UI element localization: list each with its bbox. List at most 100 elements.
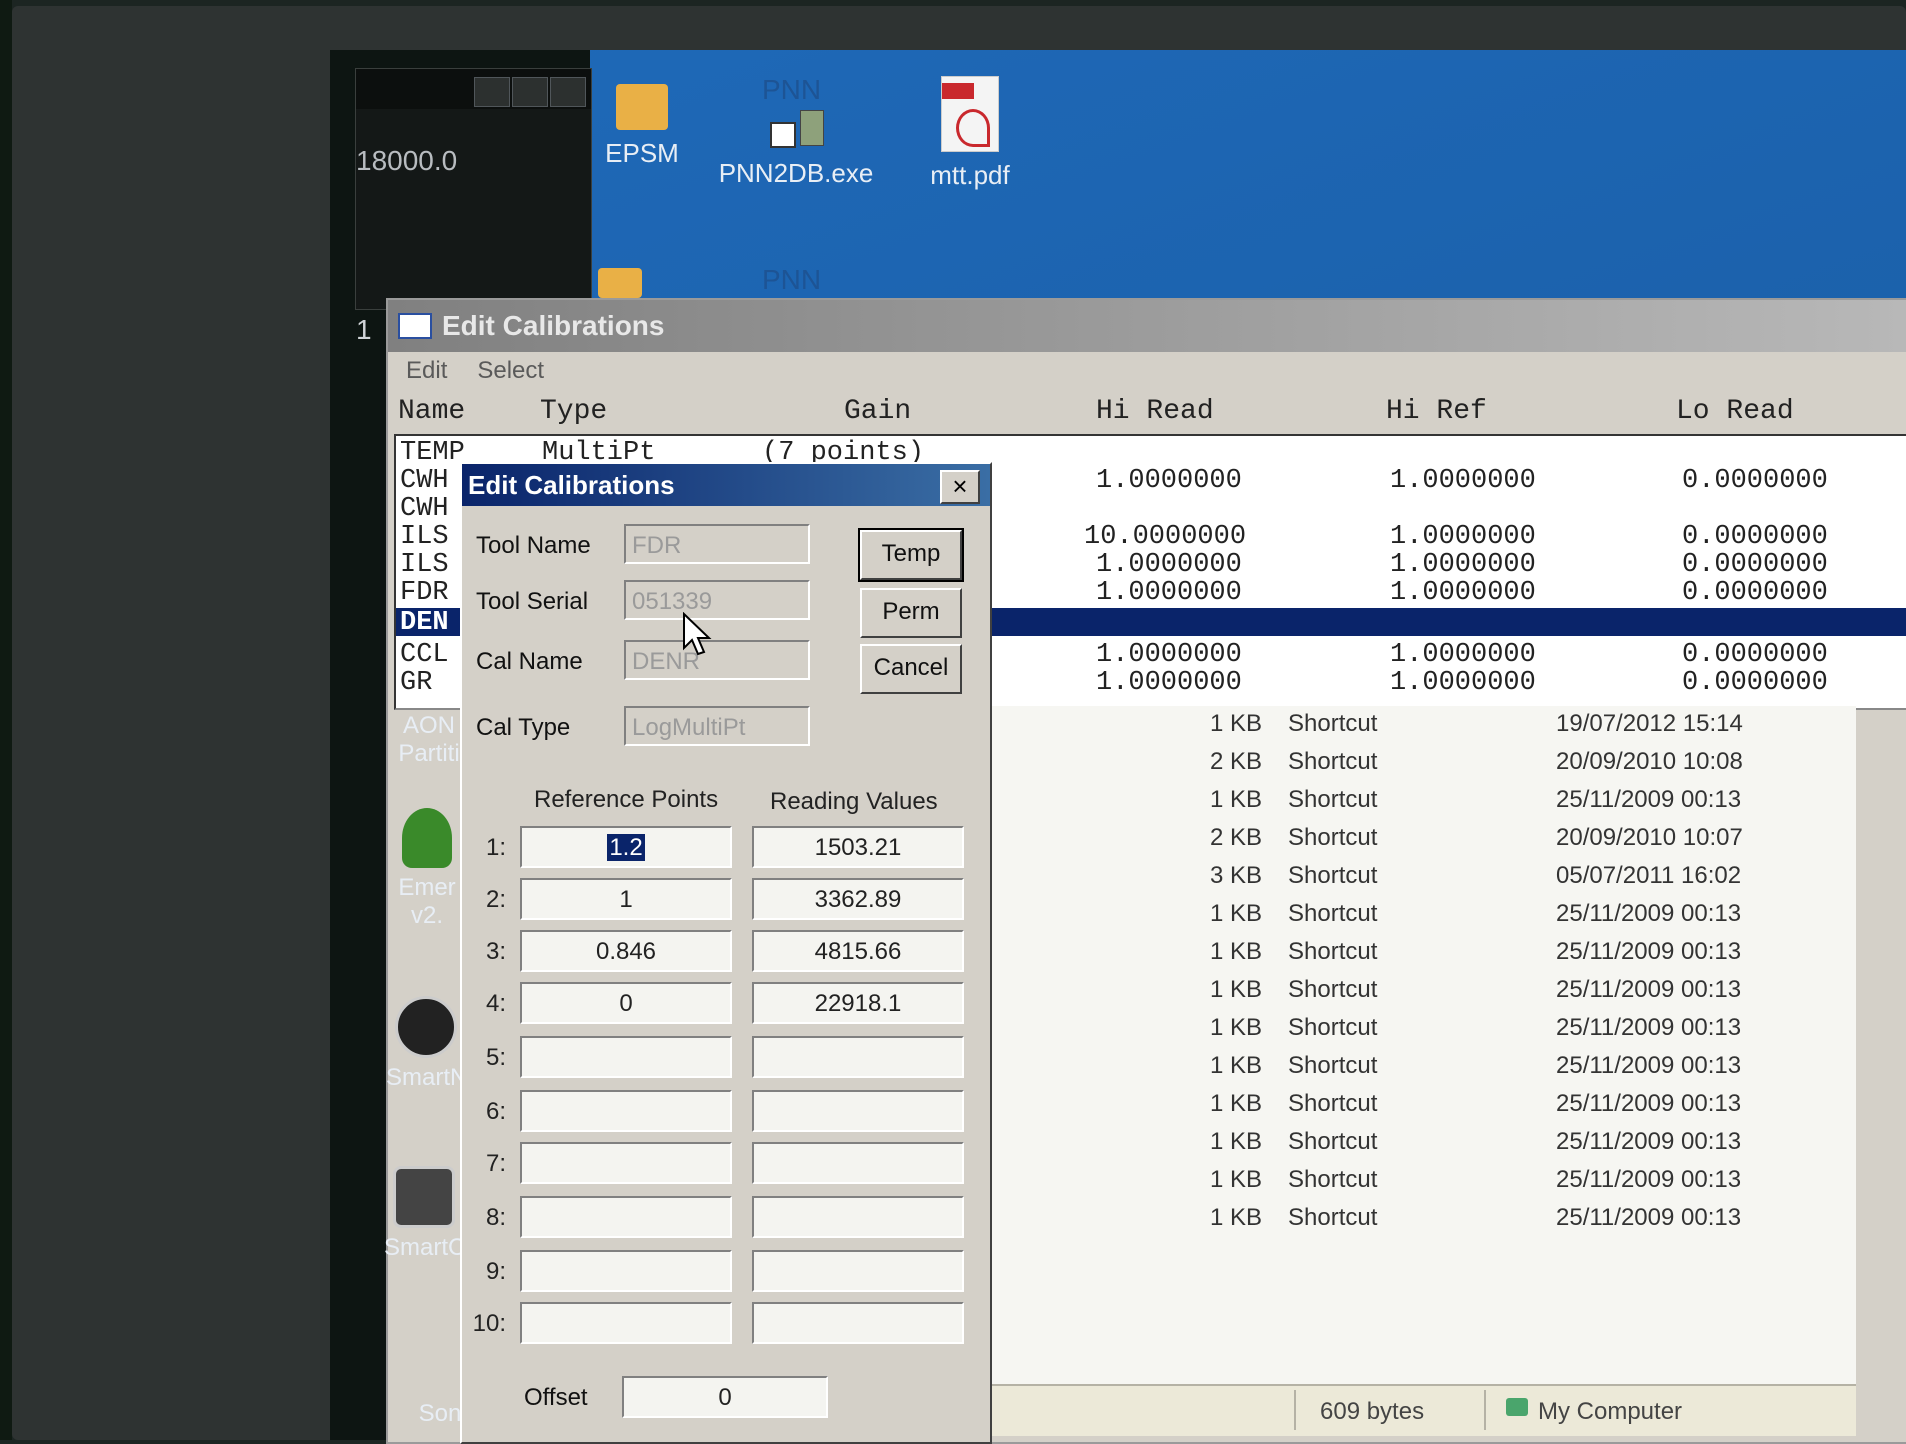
- list-item[interactable]: 1 KB Shortcut 25/11/2009 00:13: [976, 1048, 1856, 1086]
- reference-point-1[interactable]: 1.2: [520, 826, 732, 868]
- app-icon: [402, 808, 452, 868]
- desktop-icon-epsm[interactable]: EPSM: [592, 84, 692, 169]
- menu-bar: Edit Select: [388, 352, 1906, 390]
- photo-background: [0, 0, 12, 1440]
- desktop-icon-pnn2db[interactable]: PNN2DB.exe: [716, 110, 876, 189]
- reading-value-5[interactable]: [752, 1036, 964, 1078]
- reference-point-4[interactable]: 0: [520, 982, 732, 1024]
- offset-field[interactable]: 0: [622, 1376, 828, 1418]
- maximize-button[interactable]: [512, 77, 548, 107]
- list-item[interactable]: 1 KB Shortcut 25/11/2009 00:13: [976, 1200, 1856, 1238]
- reading-value-4[interactable]: 22918.1: [752, 982, 964, 1024]
- menu-select[interactable]: Select: [477, 357, 544, 385]
- close-button[interactable]: [550, 77, 586, 107]
- reading-value-6[interactable]: [752, 1090, 964, 1132]
- point-number: 6:: [485, 1098, 506, 1125]
- point-number: 4:: [485, 990, 506, 1017]
- selected-text: 1.2: [607, 834, 645, 861]
- col-type[interactable]: Type: [540, 396, 607, 427]
- point-number: 8:: [485, 1204, 506, 1231]
- cal-name-label: Cal Name: [476, 648, 583, 675]
- reading-value-7[interactable]: [752, 1142, 964, 1184]
- list-item[interactable]: 1 KB Shortcut 19/07/2012 15:14: [976, 706, 1856, 744]
- close-button[interactable]: ×: [940, 470, 980, 504]
- tool-name-field[interactable]: FDR: [624, 524, 810, 564]
- tool-serial-label: Tool Serial: [476, 588, 589, 615]
- cal-type-field[interactable]: LogMultiPt: [624, 706, 810, 746]
- close-icon: ×: [952, 471, 968, 501]
- list-item[interactable]: 1 KB Shortcut 25/11/2009 00:13: [976, 896, 1856, 934]
- list-item[interactable]: 1 KB Shortcut 25/11/2009 00:13: [976, 1124, 1856, 1162]
- point-number: 5:: [485, 1044, 506, 1071]
- exe-shortcut-icon: [766, 110, 826, 150]
- desktop-icon-top-label: PNN: [762, 264, 822, 295]
- window-title: Edit Calibrations: [442, 310, 665, 341]
- folder-icon[interactable]: [598, 268, 642, 298]
- tool-serial-field[interactable]: 051339: [624, 580, 810, 620]
- col-lo-read[interactable]: Lo Read: [1676, 396, 1794, 427]
- reference-points-header: Reference Points: [534, 786, 719, 813]
- reading-value-8[interactable]: [752, 1196, 964, 1238]
- reference-point-3[interactable]: 0.846: [520, 930, 732, 972]
- list-item[interactable]: 2 KB Shortcut 20/09/2010 10:08: [976, 744, 1856, 782]
- gauge-icon: [395, 996, 457, 1058]
- small-window-titlebar[interactable]: [356, 69, 591, 109]
- desktop-icon-emer[interactable]: Emer v2.: [392, 808, 462, 930]
- point-number: 2:: [485, 886, 506, 913]
- reference-point-5[interactable]: [520, 1036, 732, 1078]
- desktop-icon-mtt-pdf[interactable]: mtt.pdf: [920, 76, 1020, 191]
- col-name[interactable]: Name: [398, 396, 465, 427]
- status-bar: 609 bytes My Computer: [976, 1384, 1856, 1436]
- desktop-icon-label: EPSM: [605, 138, 679, 168]
- list-item[interactable]: 1 KB Shortcut 25/11/2009 00:13: [976, 782, 1856, 820]
- left-edge-number: 1: [356, 314, 372, 345]
- cal-name-field[interactable]: DENR: [624, 640, 810, 680]
- reading-value-10[interactable]: [752, 1302, 964, 1344]
- list-item[interactable]: 2 KB Shortcut 20/09/2010 10:07: [976, 820, 1856, 858]
- reference-point-9[interactable]: [520, 1250, 732, 1292]
- my-computer-icon: [1506, 1398, 1528, 1416]
- reference-point-10[interactable]: [520, 1302, 732, 1344]
- cancel-button[interactable]: Cancel: [860, 644, 962, 694]
- minimize-button[interactable]: [474, 77, 510, 107]
- status-size: 609 bytes: [1320, 1398, 1425, 1425]
- reference-point-8[interactable]: [520, 1196, 732, 1238]
- desktop-icon-aon[interactable]: AON Partiti: [394, 712, 464, 768]
- list-item[interactable]: 1 KB Shortcut 25/11/2009 00:13: [976, 972, 1856, 1010]
- cal-type-label: Cal Type: [476, 714, 571, 741]
- list-item[interactable]: 3 KB Shortcut 05/07/2011 16:02: [976, 858, 1856, 896]
- reading-value-9[interactable]: [752, 1250, 964, 1292]
- readout-value: 18000.0: [356, 145, 458, 176]
- list-item[interactable]: 1 KB Shortcut 25/11/2009 00:13: [976, 934, 1856, 972]
- menu-edit[interactable]: Edit: [406, 357, 447, 385]
- list-item[interactable]: 1 KB Shortcut 25/11/2009 00:13: [976, 1010, 1856, 1048]
- reading-values-header: Reading Values: [770, 788, 938, 815]
- point-number: 9:: [485, 1258, 506, 1285]
- desktop-icon-smartc[interactable]: SmartC: [384, 1166, 466, 1262]
- reference-point-6[interactable]: [520, 1090, 732, 1132]
- reference-point-7[interactable]: [520, 1142, 732, 1184]
- col-hi-read[interactable]: Hi Read: [1096, 396, 1214, 427]
- edit-calibrations-dialog[interactable]: Edit Calibrations × Tool Name FDR Tool S…: [460, 462, 992, 1444]
- col-gain[interactable]: Gain: [844, 396, 911, 427]
- desktop-icon-label: PNN2DB.exe: [718, 158, 874, 188]
- reading-value-1[interactable]: 1503.21: [752, 826, 964, 868]
- desktop-icon-label: mtt.pdf: [930, 160, 1010, 190]
- desktop-icon-smartn[interactable]: SmartN: [386, 996, 467, 1092]
- file-list[interactable]: 1 KB Shortcut 19/07/2012 15:14 2 KB Shortcu…: [976, 706, 1856, 1386]
- list-item[interactable]: 1 KB Shortcut 25/11/2009 00:13: [976, 1086, 1856, 1124]
- reading-value-3[interactable]: 4815.66: [752, 930, 964, 972]
- temp-button[interactable]: Temp: [858, 528, 964, 582]
- reference-point-2[interactable]: 1: [520, 878, 732, 920]
- small-readout-window[interactable]: 18000.0: [355, 68, 592, 310]
- perm-button[interactable]: Perm: [860, 588, 962, 638]
- point-number: 1:: [485, 834, 506, 861]
- desktop-icon-top-label: PNN: [762, 74, 822, 105]
- window-titlebar[interactable]: Edit Calibrations: [388, 300, 1906, 352]
- app-icon: [393, 1166, 455, 1228]
- list-item[interactable]: 1 KB Shortcut 25/11/2009 00:13: [976, 1162, 1856, 1200]
- reading-value-2[interactable]: 3362.89: [752, 878, 964, 920]
- desktop-icon-label: SmartC: [384, 1234, 466, 1261]
- col-hi-ref[interactable]: Hi Ref: [1386, 396, 1487, 427]
- dialog-titlebar[interactable]: Edit Calibrations ×: [462, 464, 990, 506]
